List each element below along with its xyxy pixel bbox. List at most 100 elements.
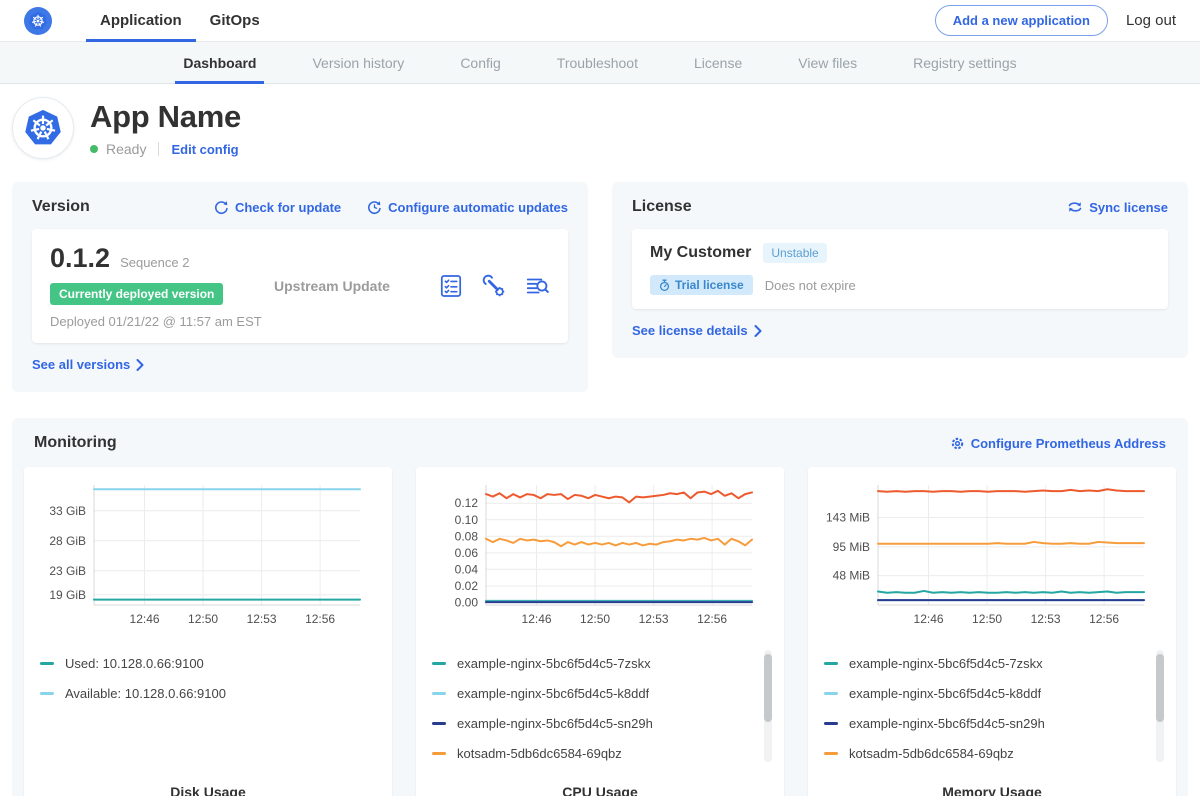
configure-automatic-updates-link[interactable]: Configure automatic updates <box>367 200 568 215</box>
divider <box>158 142 159 156</box>
view-logs-icon[interactable] <box>524 273 550 299</box>
series-dash <box>432 722 446 725</box>
tab-license[interactable]: License <box>666 42 770 83</box>
legend-item[interactable]: kotsadm-5db6dc6584-69qbz <box>824 738 1146 768</box>
legend-item[interactable]: example-nginx-5bc6f5d4c5-k8ddf <box>824 678 1146 708</box>
tab-registry-settings[interactable]: Registry settings <box>885 42 1044 83</box>
add-application-button[interactable]: Add a new application <box>935 5 1108 36</box>
series-label: Available: 10.128.0.66:9100 <box>65 686 226 701</box>
series-label: kotsadm-5db6dc6584-69qbz <box>849 746 1014 761</box>
nav-tab-application-label: Application <box>100 12 182 29</box>
top-nav-right: Add a new application Log out <box>935 5 1176 36</box>
chevron-right-icon <box>136 359 144 371</box>
nav-tab-application[interactable]: Application <box>86 0 196 41</box>
configure-prometheus-link[interactable]: Configure Prometheus Address <box>950 436 1166 451</box>
legend-item[interactable]: example-nginx-5bc6f5d4c5-7zskx <box>432 648 754 678</box>
legend-item[interactable]: example-nginx-5bc6f5d4c5-sn29h <box>824 708 1146 738</box>
scrollbar-thumb[interactable] <box>764 654 772 722</box>
series-label: example-nginx-5bc6f5d4c5-k8ddf <box>849 686 1041 701</box>
series-label: example-nginx-5bc6f5d4c5-sn29h <box>457 716 653 731</box>
svg-text:12:50: 12:50 <box>188 612 218 626</box>
legend-item[interactable]: kotsadm-5db6dc6584-69qbz <box>432 738 754 768</box>
sync-license-link[interactable]: Sync license <box>1067 200 1168 215</box>
tab-version-history-label: Version history <box>312 55 404 71</box>
license-card-title: License <box>632 198 692 216</box>
version-number: 0.1.2 <box>50 243 110 274</box>
see-license-details-link[interactable]: See license details <box>632 323 762 338</box>
svg-text:0.12: 0.12 <box>455 496 479 510</box>
tab-config-label: Config <box>460 55 500 71</box>
disk-usage-chart: 12:4612:5012:5312:5633 GiB28 GiB23 GiB19… <box>40 479 376 636</box>
svg-text:12:56: 12:56 <box>305 612 335 626</box>
legend-item[interactable]: Available: 10.128.0.66:9100 <box>40 678 362 708</box>
legend-item[interactable]: example-nginx-5bc6f5d4c5-7zskx <box>824 648 1146 678</box>
chart-title: CPU Usage <box>432 768 768 796</box>
series-dash <box>824 722 838 725</box>
top-nav: Application GitOps Add a new application… <box>0 0 1200 42</box>
nav-tab-gitops[interactable]: GitOps <box>196 0 274 41</box>
cpu-usage-legend: example-nginx-5bc6f5d4c5-7zskx example-n… <box>432 648 768 768</box>
tab-troubleshoot-label: Troubleshoot <box>557 55 638 71</box>
svg-text:0.10: 0.10 <box>455 513 479 527</box>
refresh-icon <box>214 200 229 215</box>
series-label: Used: 10.128.0.66:9100 <box>65 656 204 671</box>
svg-text:95 MiB: 95 MiB <box>833 540 870 554</box>
tab-version-history[interactable]: Version history <box>284 42 432 83</box>
legend-item[interactable]: example-nginx-5bc6f5d4c5-k8ddf <box>432 678 754 708</box>
series-dash <box>824 692 838 695</box>
tab-troubleshoot[interactable]: Troubleshoot <box>529 42 666 83</box>
preflight-checks-icon[interactable] <box>438 273 464 299</box>
svg-text:48 MiB: 48 MiB <box>833 569 870 583</box>
series-dash <box>824 662 838 665</box>
legend-scrollbar[interactable] <box>764 650 772 762</box>
customer-name: My Customer <box>650 244 751 262</box>
app-icon <box>12 97 74 159</box>
chevron-right-icon <box>754 325 762 337</box>
deployed-timestamp: Deployed 01/21/22 @ 11:57 am EST <box>50 314 268 329</box>
tab-view-files[interactable]: View files <box>770 42 885 83</box>
series-label: example-nginx-5bc6f5d4c5-7zskx <box>457 656 651 671</box>
license-card: License Sync license My Cust <box>612 182 1188 358</box>
svg-text:12:56: 12:56 <box>697 612 727 626</box>
svg-text:12:56: 12:56 <box>1089 612 1119 626</box>
series-dash <box>40 692 54 695</box>
legend-scrollbar[interactable] <box>1156 650 1164 762</box>
series-dash <box>432 692 446 695</box>
scrollbar-thumb[interactable] <box>1156 654 1164 722</box>
monitoring-title: Monitoring <box>34 434 117 452</box>
tab-config[interactable]: Config <box>432 42 528 83</box>
tab-dashboard[interactable]: Dashboard <box>155 42 284 83</box>
svg-text:12:53: 12:53 <box>247 612 277 626</box>
logout-button[interactable]: Log out <box>1126 12 1176 29</box>
kubernetes-logo-icon <box>24 7 52 35</box>
svg-text:12:53: 12:53 <box>639 612 669 626</box>
series-dash <box>40 662 54 665</box>
trial-license-label: Trial license <box>675 278 744 292</box>
tab-license-label: License <box>694 55 742 71</box>
cpu-usage-chart-card: 12:4612:5012:5312:560.120.100.080.060.04… <box>416 467 784 796</box>
config-wrench-icon[interactable] <box>481 273 507 299</box>
version-card-title: Version <box>32 198 90 216</box>
page-title: App Name <box>90 99 241 135</box>
kubernetes-app-icon <box>23 108 63 148</box>
sync-arrows-icon <box>1067 200 1083 214</box>
license-summary-row: My Customer Unstable Trial license Does … <box>632 229 1168 309</box>
see-all-versions-label: See all versions <box>32 357 130 372</box>
monitoring-section: Monitoring Configure Prometheus Address … <box>12 418 1188 796</box>
version-card: Version Check for update <box>12 182 588 392</box>
disk-usage-chart-card: 12:4612:5012:5312:5633 GiB28 GiB23 GiB19… <box>24 467 392 796</box>
kubernetes-helm-icon <box>28 11 48 31</box>
legend-item[interactable]: example-nginx-5bc6f5d4c5-sn29h <box>432 708 754 738</box>
trial-license-badge: Trial license <box>650 275 753 295</box>
series-label: example-nginx-5bc6f5d4c5-k8ddf <box>457 686 649 701</box>
see-all-versions-link[interactable]: See all versions <box>32 357 144 372</box>
edit-config-link[interactable]: Edit config <box>171 142 238 157</box>
svg-text:0.08: 0.08 <box>455 529 479 543</box>
legend-item[interactable]: Used: 10.128.0.66:9100 <box>40 648 362 678</box>
auto-update-clock-icon <box>367 200 382 215</box>
check-for-update-label: Check for update <box>235 200 341 215</box>
svg-text:0.06: 0.06 <box>455 546 479 560</box>
series-dash <box>824 752 838 755</box>
memory-usage-chart-card: 12:4612:5012:5312:56143 MiB95 MiB48 MiB … <box>808 467 1176 796</box>
check-for-update-link[interactable]: Check for update <box>214 200 341 215</box>
